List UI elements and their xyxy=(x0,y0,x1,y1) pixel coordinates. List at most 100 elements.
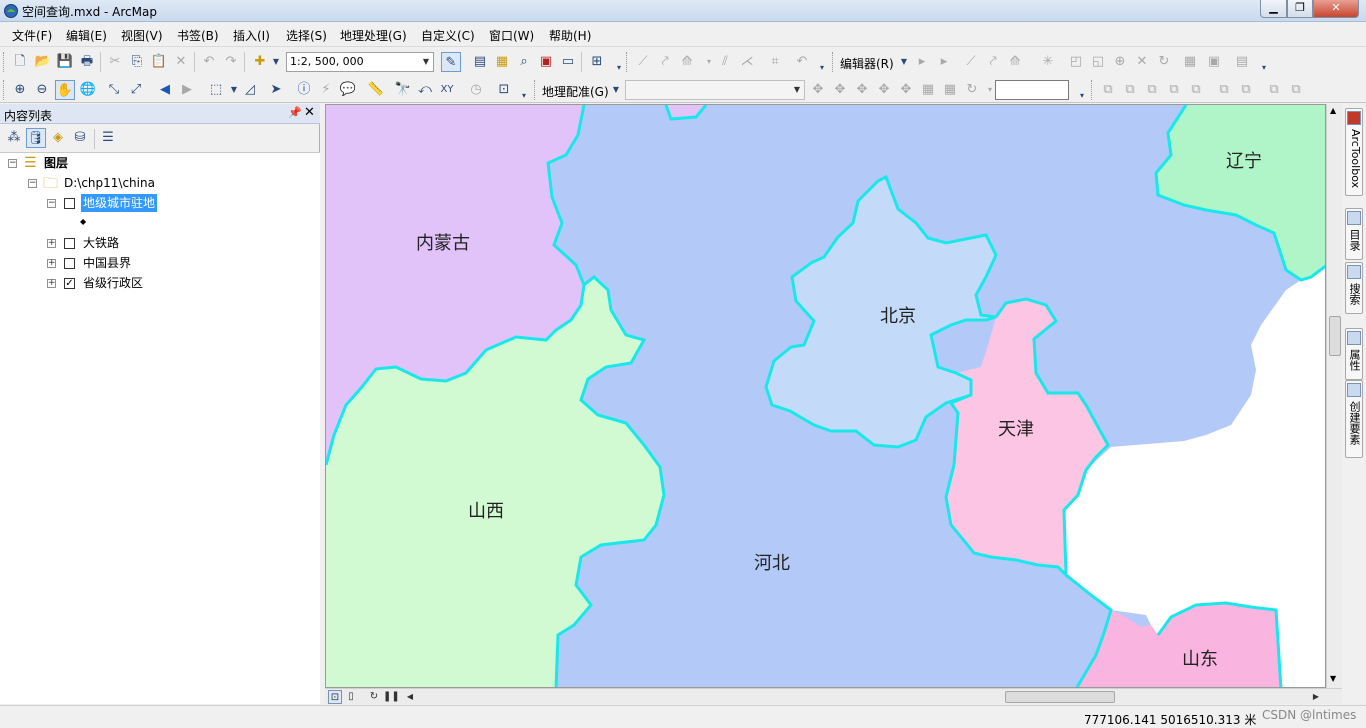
print-icon[interactable]: 🖶 xyxy=(77,52,97,72)
add-data-dropdown-icon[interactable]: ▼ xyxy=(266,52,286,72)
pin-icon[interactable]: 📌 xyxy=(288,106,302,119)
undo-icon[interactable]: ↶ xyxy=(199,52,219,72)
map-view[interactable]: 内蒙古 辽宁 北京 天津 山西 河北 山东 xyxy=(325,104,1326,688)
menu-insert[interactable]: 插入(I) xyxy=(233,27,270,44)
menu-bookmarks[interactable]: 书签(B) xyxy=(177,27,219,44)
collapse-icon[interactable]: − xyxy=(28,179,37,188)
trace-edit-icon[interactable]: ⟰ xyxy=(1005,52,1025,72)
menu-edit[interactable]: 编辑(E) xyxy=(66,27,107,44)
toc-options-icon[interactable]: ☰ xyxy=(98,128,118,148)
editor-menu[interactable]: 编辑器(R) xyxy=(840,55,894,72)
menu-help[interactable]: 帮助(H) xyxy=(549,27,591,44)
measure-icon[interactable]: 📏 xyxy=(366,80,386,100)
python-window-icon[interactable]: ▭ xyxy=(558,52,578,72)
topology-tool-4-icon[interactable]: ⧉ xyxy=(1164,80,1184,100)
collapse-icon[interactable]: − xyxy=(47,199,56,208)
scroll-left-icon[interactable]: ◀ xyxy=(403,690,417,704)
scroll-right-icon[interactable]: ▶ xyxy=(1309,690,1323,704)
catalog-window-icon[interactable]: ▦ xyxy=(492,52,512,72)
layer-visibility-checkbox[interactable] xyxy=(64,258,75,269)
edit-undo-icon[interactable]: ↶ xyxy=(792,52,812,72)
dock-tab-create-features[interactable]: 创建要素 xyxy=(1345,380,1363,458)
scale-icon[interactable]: ✕ xyxy=(1132,52,1152,72)
straight-segment-icon[interactable]: ⟋ xyxy=(633,52,653,72)
straight-line-icon[interactable]: ⟋ xyxy=(961,52,981,72)
cut-polygon-icon[interactable]: ◰ xyxy=(1066,52,1086,72)
map-scale-combo[interactable]: 1:2, 500, 000 ▼ xyxy=(286,52,434,72)
map-vertical-scrollbar[interactable]: ▲ ▼ xyxy=(1326,104,1342,688)
scale-georef-icon[interactable]: ✥ xyxy=(852,80,872,100)
dock-tab-arctoolbox[interactable]: ArcToolbox xyxy=(1345,108,1363,196)
search-window-icon[interactable]: ⌕ xyxy=(514,52,534,72)
topology-tool-7-icon[interactable]: ⧉ xyxy=(1236,80,1256,100)
datasource-path[interactable]: D:\chp11\china xyxy=(64,174,155,192)
scroll-thumb[interactable] xyxy=(1005,691,1115,703)
pause-drawing-icon[interactable]: ❚❚ xyxy=(383,690,400,704)
fixed-zoom-out-icon[interactable]: ⤢ xyxy=(126,80,146,100)
expand-icon[interactable]: + xyxy=(47,239,56,248)
back-extent-icon[interactable]: ◀ xyxy=(155,80,175,100)
html-popup-icon[interactable]: 💬 xyxy=(338,80,358,100)
georef-dropdown-icon[interactable]: ▼ xyxy=(606,80,626,100)
editor-toolbar-icon[interactable]: ✎ xyxy=(441,52,461,72)
paste-icon[interactable]: 📋 xyxy=(149,52,169,72)
pan-icon[interactable]: ✋ xyxy=(55,80,75,100)
hyperlink-icon[interactable]: ⚡ xyxy=(316,80,336,100)
layer-name[interactable]: 省级行政区 xyxy=(83,274,143,292)
point-symbol-icon[interactable]: ◆ xyxy=(80,217,86,226)
zoom-out-icon[interactable]: ⊖ xyxy=(32,80,52,100)
create-features-icon[interactable]: ▣ xyxy=(1204,52,1224,72)
table-icon[interactable]: ▦ xyxy=(940,80,960,100)
trace-icon[interactable]: ⟰ xyxy=(677,52,697,72)
expand-icon[interactable]: + xyxy=(47,279,56,288)
layer-visibility-checkbox[interactable]: ✓ xyxy=(64,278,75,289)
layer-visibility-checkbox[interactable] xyxy=(64,198,75,209)
topology-tool-2-icon[interactable]: ⧉ xyxy=(1120,80,1140,100)
add-control-points-icon[interactable]: ✥ xyxy=(874,80,894,100)
menu-view[interactable]: 视图(V) xyxy=(121,27,163,44)
delete-icon[interactable]: ✕ xyxy=(171,52,191,72)
layer-name[interactable]: 中国县界 xyxy=(83,254,131,272)
topology-tool-5-icon[interactable]: ⧉ xyxy=(1186,80,1206,100)
auto-registration-icon[interactable]: ✥ xyxy=(896,80,916,100)
redo-icon[interactable]: ↷ xyxy=(221,52,241,72)
editor-extra-icon[interactable]: ▤ xyxy=(1232,52,1252,72)
data-view-icon[interactable]: ⊡ xyxy=(328,690,342,704)
menu-customize[interactable]: 自定义(C) xyxy=(421,27,475,44)
menu-windows[interactable]: 窗口(W) xyxy=(489,27,534,44)
topology-tool-1-icon[interactable]: ⧉ xyxy=(1098,80,1118,100)
select-elements-icon[interactable]: ➤ xyxy=(266,80,286,100)
rotate-refresh-icon[interactable]: ↻ xyxy=(962,80,982,100)
arc-icon[interactable]: ⤤ xyxy=(983,52,1003,72)
sketch-icon[interactable]: ⫽ xyxy=(715,52,735,72)
collapse-icon[interactable]: − xyxy=(8,159,17,168)
list-by-selection-icon[interactable]: ⛁ xyxy=(70,128,90,148)
view-link-table-icon[interactable]: ▦ xyxy=(918,80,938,100)
layer-visibility-checkbox[interactable] xyxy=(64,238,75,249)
layout-view-icon[interactable]: ▯ xyxy=(344,690,358,704)
create-viewer-icon[interactable]: ⊡ xyxy=(494,80,514,100)
split-icon[interactable]: ◱ xyxy=(1088,52,1108,72)
layer-name[interactable]: 大铁路 xyxy=(83,234,119,252)
list-by-source-icon[interactable]: 🛢 xyxy=(26,128,46,148)
clear-selection-icon[interactable]: ◿ xyxy=(240,80,260,100)
scroll-thumb[interactable] xyxy=(1329,316,1341,356)
topology-tool-6-icon[interactable]: ⧉ xyxy=(1214,80,1234,100)
editor-dropdown-icon[interactable]: ▼ xyxy=(894,52,914,72)
save-icon[interactable]: 💾 xyxy=(55,52,75,72)
full-extent-icon[interactable]: 🌐 xyxy=(78,80,98,100)
map-canvas[interactable]: 内蒙古 辽宁 北京 天津 山西 河北 山东 xyxy=(326,105,1326,688)
edit-annotation-icon[interactable]: ▸ xyxy=(934,52,954,72)
maximize-button[interactable]: ❐ xyxy=(1287,0,1313,18)
copy-icon[interactable]: ⎘ xyxy=(127,52,147,72)
close-icon[interactable]: ✕ xyxy=(304,105,315,120)
menu-geoprocessing[interactable]: 地理处理(G) xyxy=(340,27,407,44)
go-to-xy-icon[interactable]: XY xyxy=(437,80,457,100)
forward-extent-icon[interactable]: ▶ xyxy=(177,80,197,100)
point-icon[interactable]: ✳ xyxy=(1038,52,1058,72)
toolbar-grip[interactable] xyxy=(3,52,6,72)
map-horizontal-scrollbar[interactable]: ⊡ ▯ ↻ ❚❚ ◀ ▶ xyxy=(325,688,1342,704)
scroll-down-icon[interactable]: ▼ xyxy=(1330,674,1336,683)
edit-vertices-icon[interactable]: ⋌ xyxy=(737,52,757,72)
dock-tab-catalog[interactable]: 目录 xyxy=(1345,208,1363,260)
